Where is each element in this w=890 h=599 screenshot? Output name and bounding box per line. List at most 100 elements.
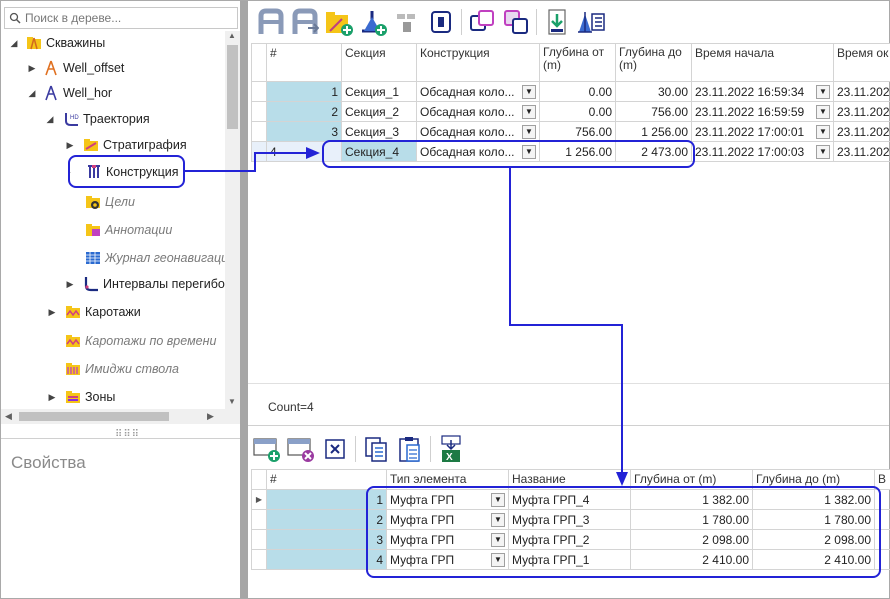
import-button[interactable] <box>540 5 574 39</box>
element-type-combo[interactable]: Муфта ГРП ▼ <box>386 489 509 510</box>
add-casing-button[interactable] <box>356 5 390 39</box>
delete-row-disabled-button[interactable] <box>390 5 424 39</box>
tree-node-well-hor[interactable]: ◢ Well_hor <box>1 81 112 105</box>
column-header-construction[interactable]: Конструкция <box>416 43 540 82</box>
depth-to-cell[interactable]: 756.00 <box>615 101 692 122</box>
chevron-down-icon[interactable]: ▼ <box>522 84 536 99</box>
depth-from-cell[interactable]: 2 410.00 <box>630 549 753 570</box>
scrollbar-thumb[interactable] <box>227 45 238 129</box>
chevron-down-icon[interactable]: ▼ <box>816 124 830 139</box>
extra-cell[interactable] <box>874 529 890 550</box>
tree-node-time-logs[interactable]: Каротажи по времени <box>1 329 216 353</box>
start-time-combo[interactable]: 23.11.2022 16:59:59 ▼ <box>691 101 834 122</box>
construction-combo[interactable]: Обсадная коло... ▼ <box>416 101 540 122</box>
element-name-cell[interactable]: Муфта ГРП_2 <box>508 529 631 550</box>
clear-button[interactable] <box>318 432 352 466</box>
remove-element-button[interactable] <box>284 432 318 466</box>
row-selector[interactable] <box>251 549 267 570</box>
row-selector[interactable] <box>251 509 267 530</box>
paste-button[interactable] <box>499 5 533 39</box>
start-time-combo[interactable]: 23.11.2022 16:59:34 ▼ <box>691 81 834 102</box>
depth-to-cell[interactable]: 2 473.00 <box>615 141 692 162</box>
depth-from-cell[interactable]: 0.00 <box>539 81 616 102</box>
end-time-cell[interactable]: 23.11.202 <box>833 141 890 162</box>
collapsed-arrow-icon[interactable]: ▶ <box>47 392 57 403</box>
extra-cell[interactable] <box>874 509 890 530</box>
section-cell[interactable]: Секция_1 <box>341 81 417 102</box>
extra-cell[interactable] <box>874 489 890 510</box>
table-row[interactable]: 4 Муфта ГРП ▼ Муфта ГРП_1 2 410.00 2 410.… <box>251 549 890 570</box>
chevron-down-icon[interactable]: ▼ <box>491 512 505 527</box>
tree-node-logs[interactable]: ▶ Каротажи <box>1 300 141 324</box>
row-selector[interactable] <box>251 101 267 122</box>
copy-rows-button[interactable] <box>359 432 393 466</box>
tree-node-stratigraphy[interactable]: ▶ Стратиграфия <box>1 133 187 157</box>
table-row[interactable]: 3 Секция_3 Обсадная коло... ▼ 756.00 1 25… <box>251 121 890 142</box>
depth-to-cell[interactable]: 30.00 <box>615 81 692 102</box>
chevron-down-icon[interactable]: ▼ <box>491 532 505 547</box>
collapsed-arrow-icon[interactable]: · <box>65 167 75 177</box>
scrollbar-thumb[interactable] <box>19 412 169 421</box>
expand-arrow-icon[interactable]: ◢ <box>9 38 19 49</box>
depth-to-cell[interactable]: 1 256.00 <box>615 121 692 142</box>
column-header-element-type[interactable]: Тип элемента <box>386 469 509 490</box>
expand-arrow-icon[interactable]: ◢ <box>45 114 55 125</box>
tree-node-geosteering-log[interactable]: Журнал геонавигации <box>1 246 225 270</box>
end-time-cell[interactable]: 23.11.202 <box>833 101 890 122</box>
scroll-up-icon[interactable]: ▲ <box>228 31 236 40</box>
add-element-button[interactable] <box>250 432 284 466</box>
scroll-left-icon[interactable]: ◀ <box>5 411 12 422</box>
paste-rows-button[interactable] <box>393 432 427 466</box>
depth-to-cell[interactable]: 1 780.00 <box>752 509 875 530</box>
table-row[interactable]: 1 Секция_1 Обсадная коло... ▼ 0.00 30.00 … <box>251 81 890 102</box>
row-selector[interactable]: ▶ <box>251 489 267 510</box>
collapsed-arrow-icon[interactable]: ▶ <box>65 279 75 290</box>
element-name-cell[interactable]: Муфта ГРП_3 <box>508 509 631 530</box>
delete-button[interactable] <box>424 5 458 39</box>
chevron-down-icon[interactable]: ▼ <box>816 144 830 159</box>
column-header-index[interactable]: # <box>266 43 342 82</box>
export-excel-button[interactable]: X <box>434 432 468 466</box>
collapsed-arrow-icon[interactable]: ▶ <box>47 307 57 318</box>
column-header-depth-to[interactable]: Глубина до (m) <box>752 469 875 490</box>
chevron-down-icon[interactable]: ▼ <box>522 104 536 119</box>
table-row[interactable]: ▶ 1 Муфта ГРП ▼ Муфта ГРП_4 1 382.00 1 38… <box>251 489 890 510</box>
end-time-cell[interactable]: 23.11.202 <box>833 81 890 102</box>
table-row[interactable]: 2 Муфта ГРП ▼ Муфта ГРП_3 1 780.00 1 780.… <box>251 509 890 530</box>
column-header-extra[interactable]: В <box>874 469 890 490</box>
collapsed-arrow-icon[interactable]: ▶ <box>27 63 37 74</box>
construction-combo[interactable]: Обсадная коло... ▼ <box>416 141 540 162</box>
tree-node-construction[interactable]: · Конструкция <box>1 160 179 184</box>
depth-to-cell[interactable]: 2 410.00 <box>752 549 875 570</box>
tree-vertical-scrollbar[interactable]: ▲ ▼ <box>225 31 240 409</box>
tree-node-wells[interactable]: ◢ Скважины <box>1 31 106 55</box>
depth-from-cell[interactable]: 1 256.00 <box>539 141 616 162</box>
section-cell[interactable]: Секция_4 <box>341 141 417 162</box>
casing-table-button[interactable] <box>574 5 608 39</box>
depth-to-cell[interactable]: 1 382.00 <box>752 489 875 510</box>
chevron-down-icon[interactable]: ▼ <box>816 84 830 99</box>
table-row[interactable]: 2 Секция_2 Обсадная коло... ▼ 0.00 756.00… <box>251 101 890 122</box>
vertical-splitter[interactable] <box>240 1 248 598</box>
edit-section-button[interactable] <box>288 5 322 39</box>
column-header-depth-from[interactable]: Глубина от (m) <box>630 469 753 490</box>
tree-node-zones[interactable]: ▶ Зоны <box>1 385 116 409</box>
table-row[interactable]: 3 Муфта ГРП ▼ Муфта ГРП_2 2 098.00 2 098.… <box>251 529 890 550</box>
table-row-selected[interactable]: 4 Секция_4 Обсадная коло...▼ 1 256.00 2 … <box>251 141 890 162</box>
copy-button[interactable] <box>465 5 499 39</box>
scroll-down-icon[interactable]: ▼ <box>228 397 236 406</box>
tree-node-annotations[interactable]: Аннотации <box>1 218 172 242</box>
add-section-button[interactable] <box>254 5 288 39</box>
column-header-start-time[interactable]: Время начала <box>691 43 834 82</box>
chevron-down-icon[interactable]: ▼ <box>522 124 536 139</box>
start-time-combo[interactable]: 23.11.2022 17:00:03 ▼ <box>691 141 834 162</box>
tree-node-targets[interactable]: Цели <box>1 190 135 214</box>
element-type-combo[interactable]: Муфта ГРП ▼ <box>386 529 509 550</box>
construction-combo[interactable]: Обсадная коло... ▼ <box>416 81 540 102</box>
tree-node-borehole-images[interactable]: Имиджи ствола <box>1 357 179 381</box>
column-header-depth-from[interactable]: Глубина от (m) <box>539 43 616 82</box>
element-type-combo[interactable]: Муфта ГРП ▼ <box>386 509 509 530</box>
expand-arrow-icon[interactable]: ◢ <box>27 88 37 99</box>
row-selector[interactable] <box>251 121 267 142</box>
depth-to-cell[interactable]: 2 098.00 <box>752 529 875 550</box>
